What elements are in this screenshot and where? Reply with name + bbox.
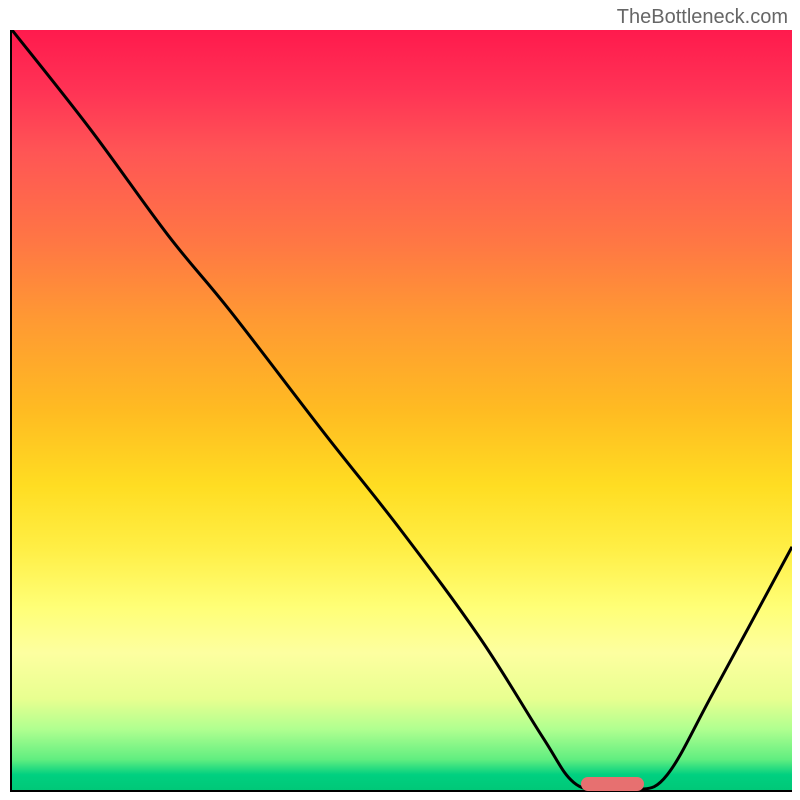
- chart-container: TheBottleneck.com: [0, 0, 800, 800]
- watermark-text: TheBottleneck.com: [617, 6, 788, 29]
- plot-area: [10, 30, 792, 792]
- optimal-range-marker: [581, 777, 643, 791]
- bottleneck-curve: [12, 30, 792, 790]
